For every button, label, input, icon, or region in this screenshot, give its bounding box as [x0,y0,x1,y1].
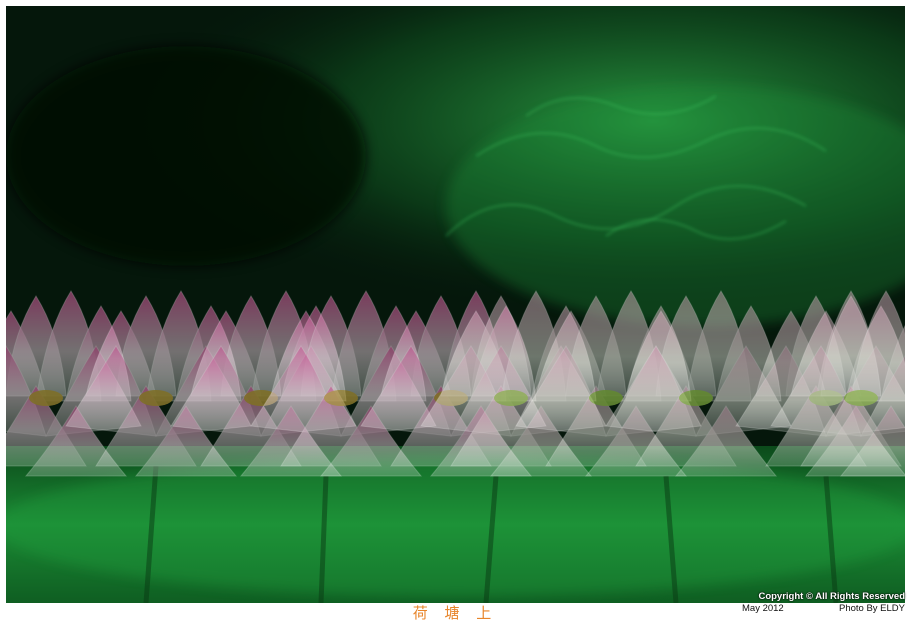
photo-credit: Photo By ELDY [838,603,905,614]
photo-date: May 2012 [742,603,784,614]
copyright-watermark: Copyright © All Rights Reserved [758,591,905,602]
lotus-photo-art [6,6,905,603]
photo-meta: May 2012 Photo By ELDY [742,603,905,615]
photo [6,6,905,603]
